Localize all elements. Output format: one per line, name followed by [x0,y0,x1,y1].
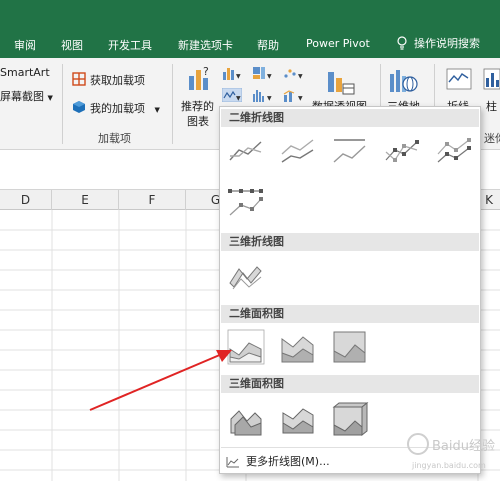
group-separator [62,64,63,144]
line-chart-gallery: 二维折线图 三维折线图 二维面积图 三维面积图 更多折线图(M)... [219,106,481,474]
tab-review[interactable]: 审阅 [14,37,36,53]
addins-group-label: 加载项 [98,132,131,145]
stacked-area-chart-thumb[interactable] [279,329,317,365]
3d-100-stacked-area-thumb[interactable] [331,401,369,437]
combo-chart-icon[interactable]: ▼ [283,88,305,102]
column-header-d[interactable]: D [0,190,52,210]
hierarchy-chart-icon[interactable]: ▼ [252,66,274,80]
line-with-markers-thumb[interactable] [383,134,421,170]
line-chart-thumb[interactable] [227,134,265,170]
tab-developer[interactable]: 开发工具 [108,37,152,53]
sparkline-line-icon [446,68,472,90]
section-2d-line: 二维折线图 [221,109,479,127]
more-line-charts-link[interactable]: 更多折线图(M)... [226,453,330,469]
section-3d-line: 三维折线图 [221,233,479,251]
svg-text:▼: ▼ [298,73,303,80]
my-addins-label: 我的加载项 [90,102,145,115]
addin-cube-icon [73,101,85,113]
column-header-e[interactable]: E [52,190,119,210]
tell-me-label: 操作说明搜索 [414,37,480,50]
statistic-chart-icon[interactable]: ▼ [252,88,274,102]
chevron-down-icon: ▼ [154,106,160,114]
tab-view[interactable]: 视图 [61,37,83,53]
group-separator [172,64,173,144]
column-header-k[interactable]: K [478,190,500,210]
line-chart-button-icon[interactable]: ▼ [222,88,242,102]
area-chart-thumb[interactable] [227,329,265,365]
sparkline-column-button[interactable]: 柱 [486,98,497,114]
line-chart-small-icon [226,457,239,468]
section-3d-area: 三维面积图 [221,375,479,393]
store-icon [72,72,86,86]
sparkline-column-icon [483,68,500,90]
my-addins-button[interactable]: 我的加载项 ▼ [90,100,160,116]
100-stacked-line-chart-thumb[interactable] [331,134,369,170]
ribbon-tab-bar: 审阅 视图 开发工具 新建选项卡 帮助 Power Pivot 操作说明搜索 [0,0,500,58]
stacked-line-chart-thumb[interactable] [279,134,317,170]
watermark-line2: jingyan.baidu.com [411,461,486,470]
stacked-line-markers-thumb[interactable] [435,134,473,170]
3d-map-icon [390,70,418,92]
svg-text:▼: ▼ [298,95,303,102]
svg-text:▼: ▼ [236,73,241,80]
lightbulb-icon [397,36,407,50]
smartart-button[interactable]: SmartArt [0,66,50,79]
column-header-f[interactable]: F [119,190,186,210]
100-stacked-line-markers-thumb[interactable] [227,185,265,221]
tab-help[interactable]: 帮助 [257,37,279,53]
scatter-chart-icon[interactable]: ▼ [283,66,305,80]
tab-power-pivot[interactable]: Power Pivot [306,37,370,50]
pivot-chart-icon [328,72,355,95]
svg-text:▼: ▼ [267,73,272,80]
svg-text:▼: ▼ [236,95,241,102]
tab-new-tab[interactable]: 新建选项卡 [178,37,233,53]
chevron-down-icon: ▼ [47,94,53,102]
recommended-charts-icon: ? [189,65,209,90]
get-addins-button[interactable]: 获取加载项 [90,72,145,88]
svg-text:▼: ▼ [267,95,272,102]
more-line-charts-label: 更多折线图(M)... [246,455,330,468]
3d-area-chart-thumb[interactable] [227,401,265,437]
screenshot-button[interactable]: 屏幕截图 ▼ [0,88,53,104]
100-stacked-area-chart-thumb[interactable] [331,329,369,365]
recommended-charts-button[interactable]: 推荐的 [181,98,214,114]
recommended-charts-label-2: 图表 [187,115,209,128]
sparklines-group-label: 迷你 [484,132,500,145]
watermark-line1: Baidu经验 [432,438,495,454]
tell-me-search[interactable]: 操作说明搜索 [396,35,480,51]
column-chart-icon[interactable]: ▼ [222,66,242,80]
section-2d-area: 二维面积图 [221,305,479,323]
svg-text:?: ? [203,65,209,78]
3d-line-chart-thumb[interactable] [227,257,265,293]
baidu-watermark: Baidu经验 jingyan.baidu.com [407,433,495,470]
3d-stacked-area-chart-thumb[interactable] [279,401,317,437]
screenshot-label: 屏幕截图 [0,90,44,103]
